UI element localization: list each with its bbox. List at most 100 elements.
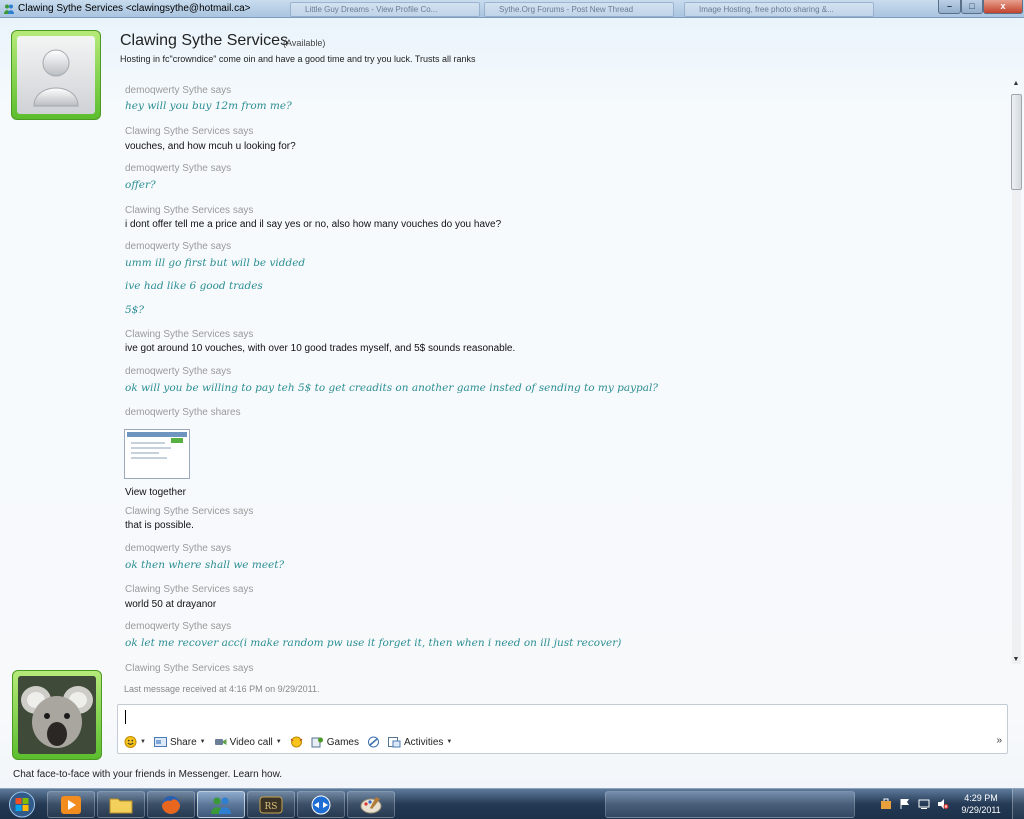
action-center-flag-icon[interactable] (899, 798, 911, 810)
firefox-icon (162, 796, 180, 814)
activities-button[interactable]: Activities ▼ (387, 736, 453, 748)
my-avatar[interactable] (12, 670, 102, 760)
view-together-link[interactable]: View together (125, 487, 186, 498)
window-title: Clawing Sythe Services <clawingsythe@hot… (18, 3, 251, 14)
activities-label: Activities (403, 736, 444, 748)
folder-icon (109, 798, 133, 814)
video-call-label: Video call (229, 736, 273, 748)
volume-muted-icon[interactable] (937, 798, 949, 810)
chevron-down-icon: ▼ (140, 739, 146, 745)
messenger-icon (4, 4, 14, 14)
message-sender: Clawing Sythe Services says (125, 205, 254, 216)
taskbar-media-player[interactable] (47, 791, 95, 818)
activities-icon (387, 737, 401, 748)
message-text: ok then where shall we meet? (125, 559, 285, 571)
block-button[interactable] (367, 736, 380, 748)
message-text: ive had like 6 good trades (125, 280, 263, 292)
share-icon (153, 737, 167, 747)
message-sender: Clawing Sythe Services says (125, 126, 254, 137)
conversation-scrollbar[interactable]: ▲ ▼ (1010, 80, 1022, 698)
message-sender: demoqwerty Sythe says (125, 543, 232, 554)
taskbar-teamviewer[interactable] (297, 791, 345, 818)
webcam-icon (214, 739, 227, 745)
learn-how-link[interactable]: Chat face-to-face with your friends in M… (13, 769, 282, 780)
message-text: 5$? (125, 304, 144, 316)
teamviewer-icon (311, 795, 331, 815)
message-input[interactable]: ▼ Share ▼ Video call ▼ Games Activities … (117, 704, 1008, 754)
close-button[interactable]: x (983, 0, 1023, 14)
message-sender: demoqwerty Sythe says (125, 621, 232, 632)
message-text: world 50 at drayanor (125, 599, 217, 610)
message-text: ok will you be willing to pay teh 5$ to … (125, 382, 659, 394)
clock-time: 4:29 PM (964, 793, 998, 803)
scroll-up-arrow-icon[interactable]: ▲ (1010, 80, 1022, 92)
background-tab: Image Hosting, free photo sharing &... (684, 2, 874, 17)
block-contact-icon (367, 736, 379, 748)
taskbar-runescape[interactable]: RS (247, 791, 295, 818)
message-text: vouches, and how mcuh u looking for? (125, 141, 296, 152)
chevron-down-icon: ▼ (446, 739, 453, 745)
clock-date: 9/29/2011 (961, 805, 1001, 815)
message-sender: Clawing Sythe Services says (125, 584, 254, 595)
games-label: Games (326, 736, 359, 748)
message-text: umm ill go first but will be vidded (125, 257, 306, 269)
svg-text:RS: RS (265, 802, 278, 812)
last-message-received: Last message received at 4:16 PM on 9/29… (124, 684, 320, 694)
input-toolbar: ▼ Share ▼ Video call ▼ Games Activities … (124, 734, 452, 750)
taskbar: RS 4:29 PM 9/29/2011 (0, 788, 1024, 819)
message-sender: Clawing Sythe Services says (125, 329, 254, 340)
smiley-icon (124, 736, 137, 748)
taskbar-messenger[interactable] (197, 791, 245, 818)
message-text: offer? (125, 179, 156, 191)
message-sender: demoqwerty Sythe says (125, 366, 232, 377)
toolbar-more-button[interactable]: » (996, 735, 1002, 746)
title-bar: Clawing Sythe Services <clawingsythe@hot… (0, 0, 1024, 18)
chevron-down-icon: ▼ (199, 739, 206, 745)
message-sender: demoqwerty Sythe says (125, 85, 232, 96)
contact-personal-message: Hosting in fc"crowndice" come oin and ha… (120, 54, 476, 64)
scroll-down-arrow-icon[interactable]: ▼ (1010, 656, 1022, 668)
tray-app-icon[interactable] (880, 798, 892, 810)
emoticon-button[interactable]: ▼ (124, 736, 146, 748)
maximize-button[interactable]: □ (961, 0, 983, 14)
runescape-icon: RS (259, 796, 283, 814)
minimize-button[interactable]: – (938, 0, 961, 14)
taskbar-window-preview (605, 791, 855, 818)
message-text: ive got around 10 vouches, with over 10 … (125, 343, 516, 354)
share-button[interactable]: Share ▼ (153, 736, 206, 748)
message-text: i dont offer tell me a price and il say … (125, 219, 502, 230)
message-sender: Clawing Sythe Services says (125, 663, 254, 674)
taskbar-firefox[interactable] (147, 791, 195, 818)
chevron-down-icon: ▼ (275, 739, 282, 745)
conversation-window: Clawing Sythe Services (Available) Hosti… (0, 18, 1024, 788)
games-button[interactable]: Games (311, 736, 359, 748)
taskbar-paint[interactable] (347, 791, 395, 818)
taskbar-clock[interactable]: 4:29 PM 9/29/2011 (955, 792, 1007, 816)
message-sender: demoqwerty Sythe shares (125, 407, 241, 418)
message-text: hey will you buy 12m from me? (125, 100, 292, 112)
paint-icon (360, 797, 382, 814)
background-tab: Sythe.Org Forums - Post New Thread (484, 2, 674, 17)
koala-picture (18, 676, 96, 754)
nudge-icon (290, 736, 303, 748)
message-sender: demoqwerty Sythe says (125, 241, 232, 252)
show-desktop-button[interactable] (1012, 789, 1024, 819)
contact-status: (Available) (283, 38, 326, 48)
message-text: that is possible. (125, 520, 194, 531)
scroll-thumb[interactable] (1011, 94, 1022, 190)
windows-start-orb-icon[interactable] (3, 790, 41, 819)
video-call-button[interactable]: Video call ▼ (214, 736, 282, 748)
shared-screenshot-thumbnail[interactable] (124, 429, 190, 479)
messenger-icon (211, 797, 231, 814)
contact-name[interactable]: Clawing Sythe Services (120, 32, 288, 50)
text-caret (125, 710, 126, 724)
message-sender: Clawing Sythe Services says (125, 506, 254, 517)
taskbar-explorer[interactable] (97, 791, 145, 818)
share-label: Share (169, 736, 197, 748)
nudge-button[interactable] (290, 736, 303, 748)
conversation-history[interactable]: demoqwerty Sythe says hey will you buy 1… (0, 78, 1024, 678)
tray-device-icon[interactable] (918, 798, 930, 810)
media-player-icon (61, 796, 81, 814)
background-tab: Little Guy Dreams - View Profile Co... (290, 2, 480, 17)
message-text: ok let me recover acc(i make random pw u… (125, 637, 622, 649)
